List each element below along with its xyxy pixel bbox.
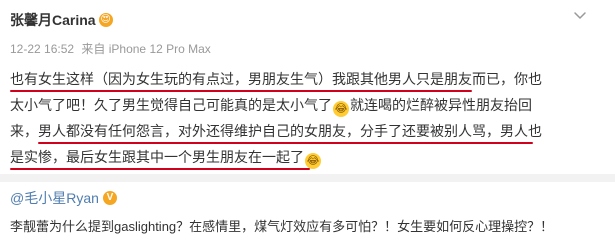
post-line-text: 太小气了吧！久了男生觉得自己可能真的是太小气了 [10, 97, 332, 113]
post-line-text: 就连喝的烂醉被异性朋友抬回 [350, 97, 532, 113]
post-line-3: 来，男人都没有任何怨言，对外还得维护自己的女朋友，分手了还要被别人骂，男人也 [10, 118, 590, 144]
post-line-text: 也有女生这样（因为女生玩的有点过，男朋友生气）我跟其他男人只是朋友而已，你也 [10, 71, 542, 87]
laughing-emoji-icon: 😂 [333, 101, 349, 117]
author-name[interactable]: 张馨月Carina [10, 10, 96, 30]
repost-author-name[interactable]: @毛小星Ryan [10, 188, 99, 208]
laughing-emoji-icon: 😂 [305, 153, 321, 169]
post-line-4: 是实惨，最后女生跟其中一个男生朋友在一起了 😂 [10, 144, 590, 170]
post-header: 张馨月Carina 😍 [10, 10, 113, 30]
underline [10, 168, 310, 170]
repost-card[interactable]: @毛小星Ryan V 李靓蕾为什么提到gaslighting？在感情里，煤气灯效… [10, 188, 600, 235]
post-body: 也有女生这样（因为女生玩的有点过，男朋友生气）我跟其他男人只是朋友而已，你也 太… [10, 66, 590, 170]
post-line-text: 来，男人都没有任何怨言，对外还得维护自己的女朋友，分手了还要被别人骂，男人也 [10, 123, 542, 139]
post-time: 12-22 16:52 [10, 42, 75, 56]
post-line-1: 也有女生这样（因为女生玩的有点过，男朋友生气）我跟其他男人只是朋友而已，你也 [10, 66, 590, 92]
verified-badge-icon: V [102, 191, 117, 205]
repost-author: @毛小星Ryan V [10, 188, 600, 208]
post-source: 来自 iPhone 12 Pro Max [81, 42, 211, 56]
author-emoji-badge: 😍 [98, 13, 113, 27]
chevron-down-icon[interactable] [573, 8, 587, 22]
post-line-2: 太小气了吧！久了男生觉得自己可能真的是太小气了 😂 就连喝的烂醉被异性朋友抬回 [10, 92, 590, 118]
post-line-text: 是实惨，最后女生跟其中一个男生朋友在一起了 [10, 149, 304, 165]
section-divider [0, 174, 615, 182]
post-meta: 12-22 16:52 来自 iPhone 12 Pro Max [10, 40, 215, 57]
repost-text: 李靓蕾为什么提到gaslighting？在感情里，煤气灯效应有多可怕？！女生要如… [10, 219, 554, 234]
